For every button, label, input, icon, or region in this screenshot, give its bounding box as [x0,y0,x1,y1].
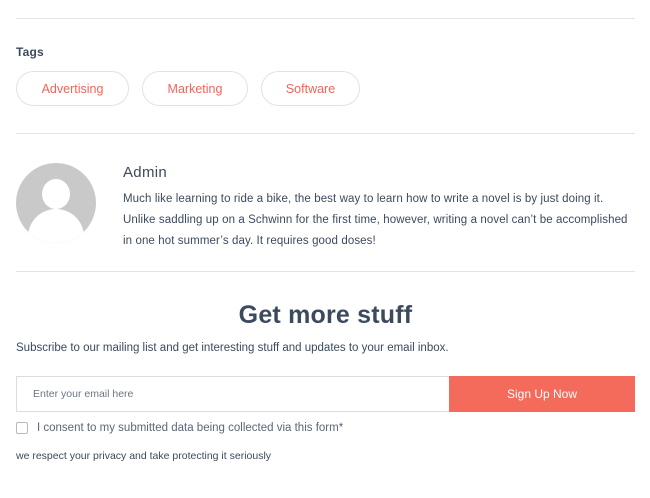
email-input[interactable] [16,376,449,412]
avatar [16,163,96,243]
author-bio: Much like learning to ride a bike, the b… [123,193,628,247]
tag-list: Advertising Marketing Software [16,71,360,106]
consent-label: I consent to my submitted data being col… [37,422,344,434]
avatar-body-shape [28,209,84,243]
divider-middle [16,133,635,134]
sign-up-button[interactable]: Sign Up Now [449,376,635,412]
tag-software[interactable]: Software [261,71,360,106]
avatar-head-shape [42,179,70,209]
subscribe-title: Get more stuff [238,301,413,329]
subscribe-description: Subscribe to our mailing list and get in… [16,342,449,354]
tag-marketing[interactable]: Marketing [142,71,248,106]
tag-advertising[interactable]: Advertising [16,71,129,106]
subscribe-form: Sign Up Now [16,376,635,412]
consent-row: I consent to my submitted data being col… [16,422,343,434]
divider-bottom [16,271,635,272]
author-name: Admin [123,164,168,181]
privacy-note: we respect your privacy and take protect… [16,450,272,462]
tags-heading: Tags [16,45,44,59]
divider-top [16,18,635,19]
consent-checkbox[interactable] [16,422,28,434]
